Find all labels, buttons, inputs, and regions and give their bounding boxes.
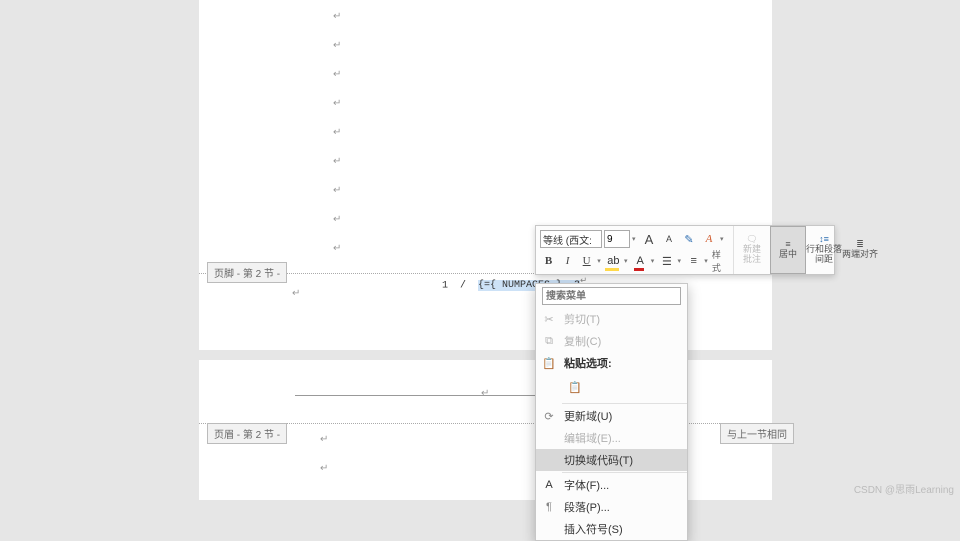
pilcrow-icon: ↵: [320, 463, 328, 474]
clipboard-icon: 📋: [568, 381, 582, 394]
pilcrow-icon: ↵: [333, 69, 341, 80]
refresh-icon: ⟳: [542, 409, 556, 423]
shrink-font-button[interactable]: A: [660, 230, 678, 248]
format-painter-icon[interactable]: ✎: [680, 230, 698, 248]
highlight-button[interactable]: ab: [605, 252, 622, 270]
new-comment-button[interactable]: 🗨 新建 批注: [734, 226, 770, 274]
pilcrow-icon: ↵: [320, 434, 328, 445]
bold-button[interactable]: B: [540, 252, 557, 270]
justify-button[interactable]: ≣ 两端对齐: [842, 226, 878, 274]
menu-copy: ⧉ 复制(C): [536, 330, 687, 352]
pilcrow-icon: ↵: [333, 40, 341, 51]
menu-font[interactable]: A 字体(F)...: [536, 474, 687, 496]
menu-search[interactable]: [536, 284, 687, 308]
menu-insert-symbol[interactable]: 插入符号(S): [536, 518, 687, 540]
pilcrow-icon: ↵: [333, 185, 341, 196]
menu-update-field[interactable]: ⟳ 更新域(U): [536, 405, 687, 427]
menu-toggle-field-codes[interactable]: 切换域代码(T): [536, 449, 687, 471]
mini-toolbar: 等线 (西文: 9 ▾ A A ✎ A▾ B I U▾ ab▾ A▾ ☰▾ ≡▾…: [535, 225, 835, 275]
paste-keep-formatting-button[interactable]: 📋: [564, 376, 586, 398]
numbering-button[interactable]: ≡: [685, 252, 702, 270]
clipboard-icon: 📋: [542, 356, 556, 370]
styles-button[interactable]: A: [700, 230, 718, 248]
pilcrow-icon: ↵: [333, 243, 341, 254]
font-color-button[interactable]: A: [632, 252, 649, 270]
watermark-credit: CSDN @思雨Learning: [854, 481, 954, 496]
styles-label: 样式: [712, 248, 729, 274]
bullets-button[interactable]: ☰: [658, 252, 675, 270]
paragraph-icon: ¶: [542, 500, 556, 514]
pilcrow-icon: ↵: [333, 127, 341, 138]
copy-icon: ⧉: [542, 334, 556, 348]
scissors-icon: ✂: [542, 312, 556, 326]
align-center-button[interactable]: ≡ 居中: [770, 226, 806, 274]
link-to-previous-tab[interactable]: 与上一节相同: [720, 423, 794, 444]
font-family-dropdown[interactable]: 等线 (西文:: [540, 230, 602, 248]
menu-paste-options-header: 📋 粘贴选项:: [536, 352, 687, 374]
pilcrow-icon: ↵: [333, 11, 341, 22]
pilcrow-icon: ↵: [333, 156, 341, 167]
underline-button[interactable]: U: [578, 252, 595, 270]
line-spacing-button[interactable]: ↕≡ 行和段落 间距: [806, 226, 842, 274]
menu-search-input[interactable]: [542, 287, 681, 305]
font-icon: A: [542, 478, 556, 492]
menu-paragraph[interactable]: ¶ 段落(P)...: [536, 496, 687, 518]
pilcrow-icon: ↵: [333, 98, 341, 109]
pilcrow-icon: ↵: [292, 288, 300, 299]
font-size-dropdown[interactable]: 9: [604, 230, 630, 248]
footer-section-tab[interactable]: 页脚 - 第 2 节 -: [207, 262, 287, 283]
header-section-tab[interactable]: 页眉 - 第 2 节 -: [207, 423, 287, 444]
italic-button[interactable]: I: [559, 252, 576, 270]
context-menu: ✂ 剪切(T) ⧉ 复制(C) 📋 粘贴选项: 📋 ⟳ 更新域(U) 编辑域(E…: [535, 283, 688, 541]
pilcrow-icon: ↵: [481, 388, 489, 399]
menu-cut: ✂ 剪切(T): [536, 308, 687, 330]
grow-font-button[interactable]: A: [640, 230, 658, 248]
pilcrow-icon: ↵: [333, 214, 341, 225]
menu-edit-field: 编辑域(E)...: [536, 427, 687, 449]
